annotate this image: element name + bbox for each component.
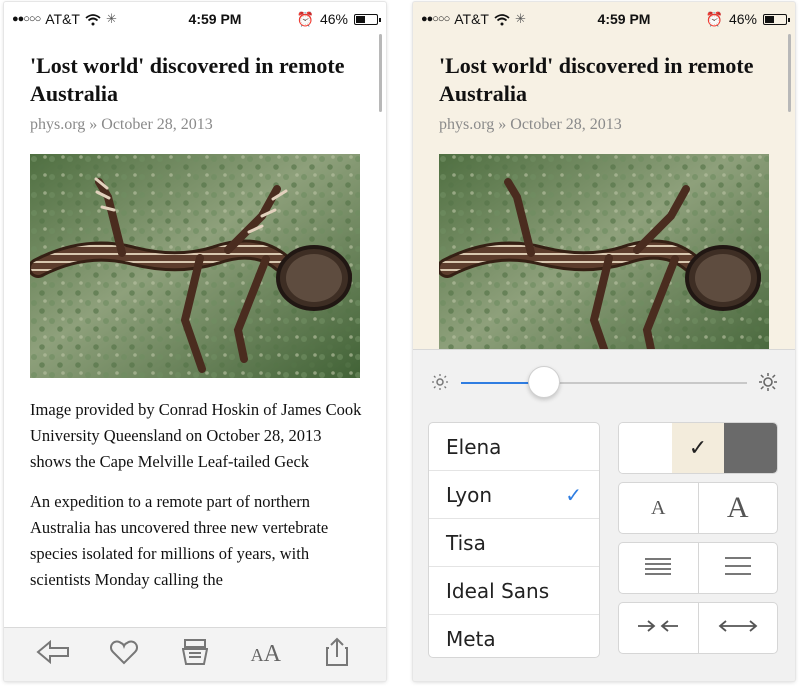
battery-percentage: 46%: [728, 11, 757, 27]
wide-margin-icon: [714, 618, 762, 639]
display-controls: ✓ A A: [618, 422, 778, 662]
reader-settings-screen: ●●○○○ AT&T ✳ 4:59 PM ⏰ 46% 'Lost world' …: [413, 2, 795, 681]
back-arrow-icon: [36, 639, 70, 669]
save-button[interactable]: [175, 635, 215, 675]
compact-line-spacing-button[interactable]: [619, 543, 699, 593]
article-content: 'Lost world' discovered in remote Austra…: [439, 52, 771, 378]
article-title: 'Lost world' discovered in remote Austra…: [439, 53, 754, 106]
favorite-button[interactable]: [104, 635, 144, 675]
carrier-label: AT&T: [45, 11, 80, 27]
gecko-image: [30, 154, 360, 378]
narrow-margin-button[interactable]: [619, 603, 699, 653]
small-font-label: A: [651, 496, 666, 519]
alarm-icon: ⏰: [705, 10, 723, 27]
font-option-label: Elena: [446, 434, 502, 459]
selected-check-icon: ✓: [565, 482, 582, 507]
bottom-toolbar: AA: [4, 627, 386, 681]
font-size-icon: AA: [251, 641, 281, 668]
status-time: 4:59 PM: [597, 11, 651, 27]
status-bar: ●●○○○ AT&T ✳ 4:59 PM ⏰ 46%: [4, 2, 386, 36]
wide-lines-icon: [721, 555, 755, 582]
scroll-indicator[interactable]: [788, 34, 791, 112]
share-button[interactable]: [317, 635, 357, 675]
carrier-label: AT&T: [454, 11, 489, 27]
wifi-icon: [85, 13, 101, 26]
signal-strength-icon: ●●○○○: [12, 13, 41, 25]
font-option-label: Meta: [446, 627, 496, 651]
margin-controls: [618, 602, 778, 654]
font-option-tisa[interactable]: Tisa: [429, 519, 599, 567]
font-option-ideal-sans[interactable]: Ideal Sans: [429, 567, 599, 615]
reader-settings-panel: Elena Lyon ✓ Tisa Ideal Sans Meta ✓ A A: [413, 349, 795, 681]
brightness-low-icon: [431, 373, 449, 391]
font-option-label: Tisa: [446, 530, 486, 555]
battery-percentage: 46%: [319, 11, 348, 27]
large-font-label: A: [726, 491, 749, 524]
dark-theme-button[interactable]: [724, 423, 777, 473]
alarm-icon: ⏰: [296, 10, 314, 27]
heart-icon: [110, 639, 139, 670]
image-caption: Image provided by Conrad Hoskin of James…: [30, 400, 362, 471]
article-paragraph: An expedition to a remote part of northe…: [30, 492, 329, 589]
activity-spinner-icon: ✳: [514, 11, 526, 26]
increase-font-size-button[interactable]: A: [699, 483, 778, 533]
brightness-slider[interactable]: [431, 366, 777, 398]
wifi-icon: [494, 13, 510, 26]
font-size-button[interactable]: AA: [246, 635, 286, 675]
share-icon: [325, 637, 349, 672]
battery-icon: [763, 13, 790, 25]
font-option-meta[interactable]: Meta: [429, 615, 599, 657]
font-option-lyon[interactable]: Lyon ✓: [429, 471, 599, 519]
brightness-thumb[interactable]: [527, 366, 560, 398]
compact-lines-icon: [641, 555, 675, 582]
back-button[interactable]: [33, 635, 73, 675]
font-size-controls: A A: [618, 482, 778, 534]
brightness-high-icon: [759, 373, 777, 391]
article-screen: ●●○○○ AT&T ✳ 4:59 PM ⏰ 46% 'Lost world' …: [4, 2, 386, 681]
article-title: 'Lost world' discovered in remote Austra…: [30, 53, 345, 106]
sepia-theme-button[interactable]: ✓: [671, 423, 725, 473]
font-selector: Elena Lyon ✓ Tisa Ideal Sans Meta: [428, 422, 600, 658]
article-source[interactable]: phys.org » October 28, 2013: [439, 116, 771, 134]
battery-icon: [354, 13, 381, 25]
wide-margin-button[interactable]: [699, 603, 778, 653]
narrow-margin-icon: [634, 618, 682, 639]
theme-selector: ✓: [618, 422, 778, 474]
font-option-label: Ideal Sans: [446, 578, 550, 603]
font-option-elena[interactable]: Elena: [429, 423, 599, 471]
font-size-large-label: A: [263, 641, 281, 667]
gecko-image: [439, 154, 769, 378]
wide-line-spacing-button[interactable]: [699, 543, 778, 593]
signal-strength-icon: ●●○○○: [421, 13, 450, 25]
scroll-indicator[interactable]: [379, 34, 382, 112]
activity-spinner-icon: ✳: [105, 11, 117, 26]
white-theme-button[interactable]: [619, 423, 672, 473]
article-source[interactable]: phys.org » October 28, 2013: [30, 116, 362, 134]
status-bar: ●●○○○ AT&T ✳ 4:59 PM ⏰ 46%: [413, 2, 795, 36]
status-time: 4:59 PM: [188, 11, 242, 27]
article-content: 'Lost world' discovered in remote Austra…: [30, 52, 362, 607]
article-body: Image provided by Conrad Hoskin of James…: [30, 397, 362, 593]
theme-check-icon: ✓: [688, 435, 708, 460]
font-size-small-label: A: [250, 645, 264, 665]
line-spacing-controls: [618, 542, 778, 594]
font-option-label: Lyon: [446, 482, 493, 507]
brightness-track[interactable]: [461, 366, 747, 398]
decrease-font-size-button[interactable]: A: [619, 483, 699, 533]
archive-icon: [181, 638, 209, 671]
